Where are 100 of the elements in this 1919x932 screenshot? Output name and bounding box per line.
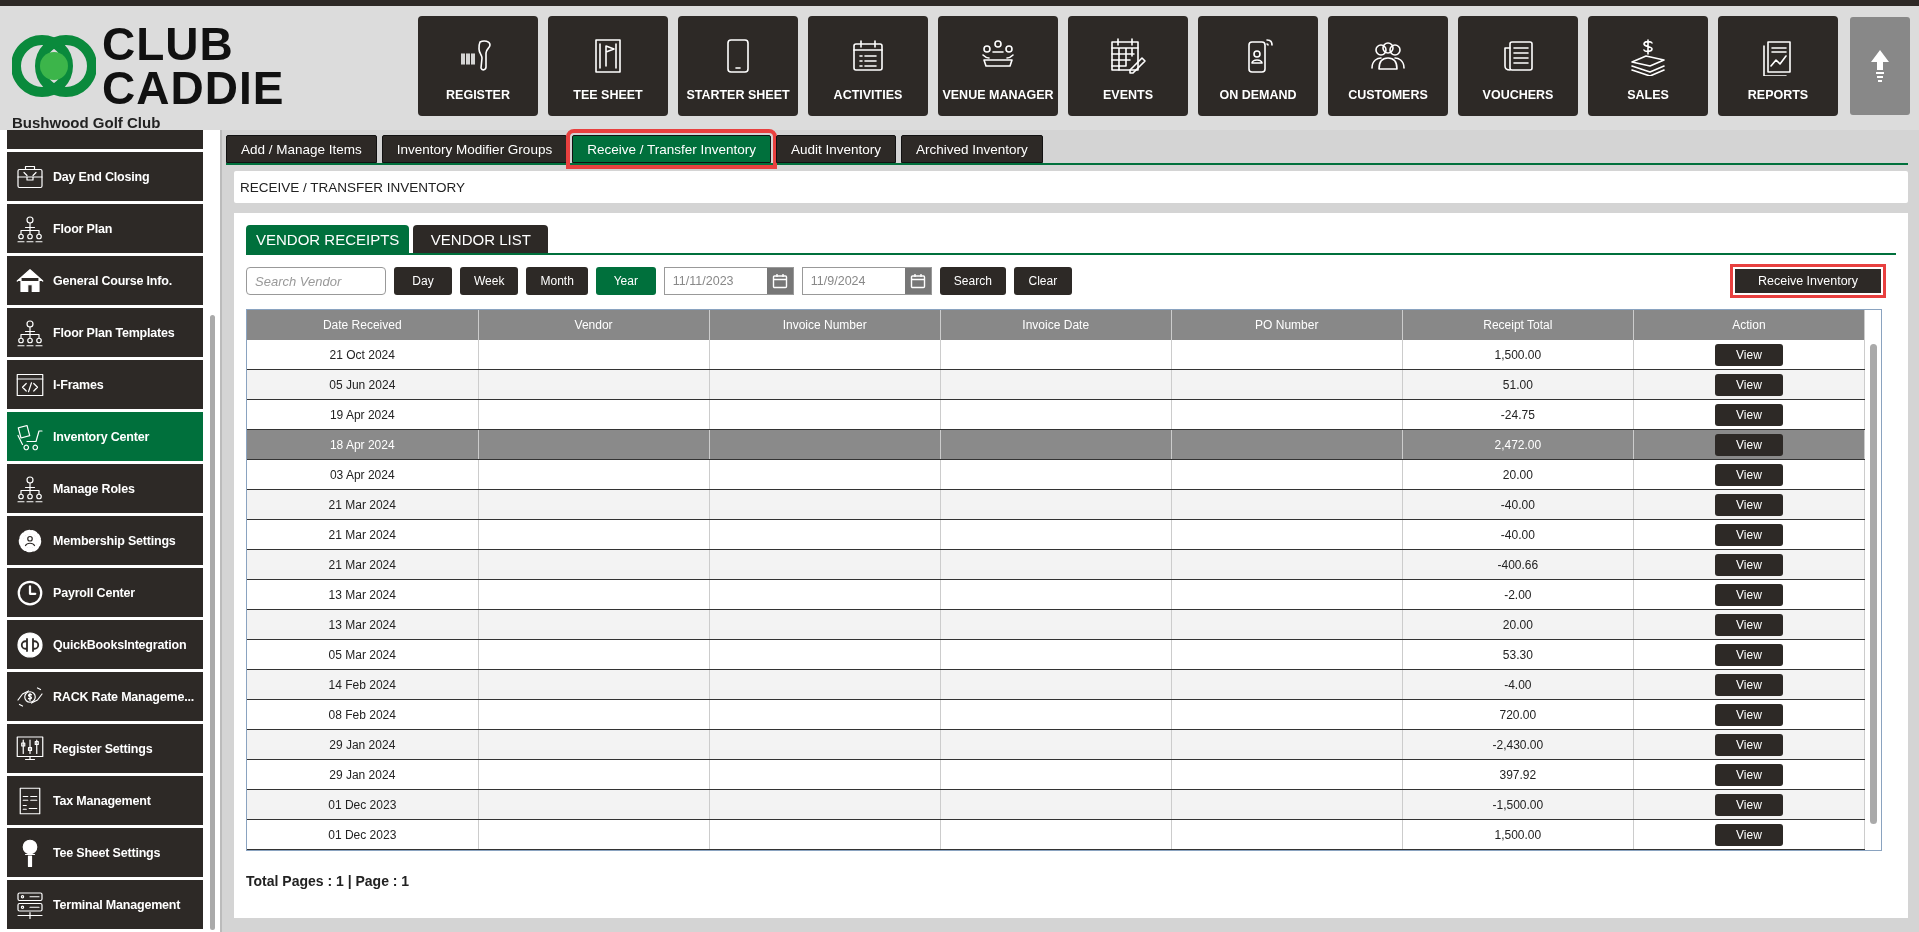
sidebar-item[interactable]: Register Settings xyxy=(7,724,203,773)
view-button[interactable]: View xyxy=(1714,463,1783,486)
search-field[interactable]: Search Vendor xyxy=(246,267,386,295)
table-cell: 720.00 xyxy=(1402,699,1634,730)
period-button[interactable]: Year xyxy=(595,267,656,295)
table-cell: 19 Apr 2024 xyxy=(247,399,479,430)
column-header[interactable]: Invoice Number xyxy=(709,310,941,340)
sidebar-item[interactable]: Tax Management xyxy=(7,776,203,825)
scrollbar[interactable] xyxy=(210,315,215,930)
sidebar-item[interactable]: Day End Closing xyxy=(7,152,203,201)
column-header[interactable]: Vendor xyxy=(478,310,710,340)
org-chart-icon xyxy=(15,317,45,348)
table-cell: 1,500.00 xyxy=(1402,819,1634,850)
column-header[interactable]: Receipt Total xyxy=(1402,310,1634,340)
view-button[interactable]: View xyxy=(1714,643,1783,666)
view-button[interactable]: View xyxy=(1714,433,1783,456)
date-field[interactable]: 11/9/2024 xyxy=(801,267,932,295)
server-icon xyxy=(15,889,45,920)
nav-button[interactable]: STARTER SHEET xyxy=(678,16,798,116)
view-button[interactable]: View xyxy=(1714,703,1783,726)
sidebar-item[interactable]: RACK Rate Manageme... xyxy=(7,672,203,721)
table-cell: 03 Apr 2024 xyxy=(247,459,479,490)
sidebar-item[interactable]: I-Frames xyxy=(7,360,203,409)
table-cell: -2.00 xyxy=(1402,579,1634,610)
view-button[interactable]: View xyxy=(1714,673,1783,696)
period-button[interactable]: Day xyxy=(394,267,452,295)
date-field[interactable]: 11/11/2023 xyxy=(663,267,794,295)
calendar-pencil-icon xyxy=(1108,36,1148,76)
club-name: Bushwood Golf Club xyxy=(12,114,162,131)
view-button[interactable]: View xyxy=(1714,553,1783,576)
column-header[interactable]: Date Received xyxy=(247,310,479,340)
filter-button[interactable]: Search xyxy=(939,267,1006,295)
tab[interactable]: VENDOR RECEIPTS xyxy=(246,225,410,253)
nav-button[interactable]: SALES xyxy=(1588,16,1708,116)
nav-button[interactable]: EVENTS xyxy=(1068,16,1188,116)
column-header[interactable]: PO Number xyxy=(1171,310,1403,340)
table-cell: -400.66 xyxy=(1402,549,1634,580)
table-cell: 51.00 xyxy=(1402,369,1634,400)
view-button[interactable]: View xyxy=(1714,583,1783,606)
calendar-icon[interactable] xyxy=(771,273,788,289)
sidebar-item[interactable]: Membership Settings xyxy=(7,516,203,565)
nav-button[interactable]: ON DEMAND xyxy=(1198,16,1318,116)
column-header[interactable]: Invoice Date xyxy=(940,310,1172,340)
sidebar-item[interactable]: Manage Roles xyxy=(7,464,203,513)
tab[interactable]: Inventory Modifier Groups xyxy=(381,135,568,163)
view-button[interactable]: View xyxy=(1714,373,1783,396)
column-header[interactable]: Action xyxy=(1633,310,1865,340)
sidebar-item[interactable]: Floor Plan Templates xyxy=(7,308,203,357)
view-button[interactable]: View xyxy=(1714,823,1783,846)
filter-button[interactable]: Clear xyxy=(1013,267,1072,295)
table-cell: 397.92 xyxy=(1402,759,1634,790)
nav-button[interactable]: TEE SHEET xyxy=(548,16,668,116)
view-button[interactable]: View xyxy=(1714,793,1783,816)
pagination-text: Total Pages : 1 | Page : 1 xyxy=(246,872,411,889)
table-cell: 08 Feb 2024 xyxy=(247,699,479,730)
table-cell: 05 Mar 2024 xyxy=(247,639,479,670)
tab[interactable]: Archived Inventory xyxy=(901,135,1043,163)
scroll-up-button[interactable] xyxy=(1850,17,1910,115)
receive-inventory-button[interactable]: Receive Inventory xyxy=(1730,264,1886,298)
table-cell: 20.00 xyxy=(1402,609,1634,640)
table-cell: 21 Mar 2024 xyxy=(247,519,479,550)
tab[interactable]: VENDOR LIST xyxy=(413,225,549,253)
table-cell: -24.75 xyxy=(1402,399,1634,430)
arrow-up-icon xyxy=(1869,48,1891,84)
tab[interactable]: Add / Manage Items xyxy=(226,135,377,163)
view-button[interactable]: View xyxy=(1714,613,1783,636)
sidebar-item[interactable]: Tee Sheet Settings xyxy=(7,828,203,877)
table-cell: 20.00 xyxy=(1402,459,1634,490)
table-cell: 2,472.00 xyxy=(1402,429,1634,460)
scrollbar[interactable] xyxy=(1870,344,1877,824)
nav-button[interactable]: REGISTER xyxy=(418,16,538,116)
sidebar-item[interactable]: Terminal Management xyxy=(7,880,203,929)
view-button[interactable]: View xyxy=(1714,493,1783,516)
sidebar-item[interactable]: Inventory Center xyxy=(7,412,203,461)
org-chart-icon xyxy=(15,473,45,504)
view-button[interactable]: View xyxy=(1714,403,1783,426)
view-button[interactable]: View xyxy=(1714,343,1783,366)
money-stack-icon xyxy=(1628,36,1668,76)
view-button[interactable]: View xyxy=(1714,763,1783,786)
sidebar-item[interactable]: Floor Plan xyxy=(7,204,203,253)
quickbooks-logo-icon xyxy=(15,629,45,660)
tab[interactable]: Audit Inventory xyxy=(776,135,897,163)
sidebar-item[interactable]: Payroll Center xyxy=(7,568,203,617)
calendar-icon[interactable] xyxy=(909,273,926,289)
period-button[interactable]: Week xyxy=(460,267,519,295)
view-button[interactable]: View xyxy=(1714,733,1783,756)
nav-button[interactable]: VOUCHERS xyxy=(1458,16,1578,116)
view-button[interactable]: View xyxy=(1714,523,1783,546)
page-title: RECEIVE / TRANSFER INVENTORY xyxy=(234,171,1908,203)
nav-button[interactable]: REPORTS xyxy=(1718,16,1838,116)
period-button[interactable]: Month xyxy=(526,267,588,295)
nav-button[interactable]: ACTIVITIES xyxy=(808,16,928,116)
nav-button[interactable]: VENUE MANAGER xyxy=(938,16,1058,116)
nav-button[interactable]: CUSTOMERS xyxy=(1328,16,1448,116)
sidebar-item[interactable]: QuickBooksIntegration xyxy=(7,620,203,669)
table-cell: 1,500.00 xyxy=(1402,340,1634,370)
table-cell: 21 Mar 2024 xyxy=(247,549,479,580)
table-cell: -1,500.00 xyxy=(1402,789,1634,820)
sidebar-item[interactable]: General Course Info. xyxy=(7,256,203,305)
table-cell: 13 Mar 2024 xyxy=(247,609,479,640)
